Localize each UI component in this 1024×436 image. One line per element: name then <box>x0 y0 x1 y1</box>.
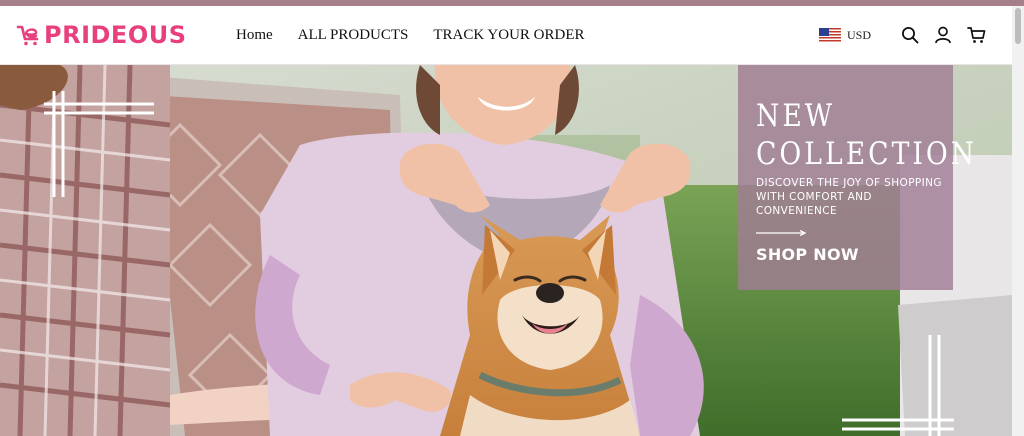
arrow-right-icon <box>756 230 806 236</box>
scrollbar-thumb[interactable] <box>1015 8 1021 44</box>
decorative-lines-bottom-right <box>842 335 954 436</box>
nav-track-order[interactable]: TRACK YOUR ORDER <box>433 27 584 44</box>
us-flag-icon <box>818 27 841 43</box>
brand-name: PRIDEOUS <box>44 21 187 49</box>
page-scrollbar[interactable] <box>1012 6 1024 436</box>
promo-subtitle: DISCOVER THE JOY OF SHOPPING WITH COMFOR… <box>756 177 942 217</box>
account-icon <box>935 26 951 44</box>
cart-logo-icon <box>16 25 39 46</box>
decorative-lines-top-left <box>44 91 154 197</box>
shop-now-button[interactable]: SHOP NOW <box>756 245 859 264</box>
currency-selector[interactable]: USD <box>818 27 871 43</box>
brand-logo[interactable]: PRIDEOUS <box>16 20 187 50</box>
account-button[interactable] <box>933 25 953 45</box>
cart-button[interactable] <box>966 25 986 45</box>
search-button[interactable] <box>900 25 920 45</box>
new-collection-promo: NEW COLLECTION DISCOVER THE JOY OF SHOPP… <box>738 65 974 290</box>
nav-home[interactable]: Home <box>236 27 273 44</box>
currency-code: USD <box>846 27 871 42</box>
promo-title: NEW COLLECTION <box>756 98 978 172</box>
site-header: PRIDEOUS Home ALL PRODUCTS TRACK YOUR OR… <box>0 6 1012 65</box>
search-icon <box>902 27 919 44</box>
cart-icon <box>966 27 985 43</box>
nav-all-products[interactable]: ALL PRODUCTS <box>298 27 409 44</box>
hero-banner: NEW COLLECTION DISCOVER THE JOY OF SHOPP… <box>0 65 1012 436</box>
header-utilities: USD <box>818 25 986 45</box>
main-nav: Home ALL PRODUCTS TRACK YOUR ORDER <box>236 27 585 44</box>
